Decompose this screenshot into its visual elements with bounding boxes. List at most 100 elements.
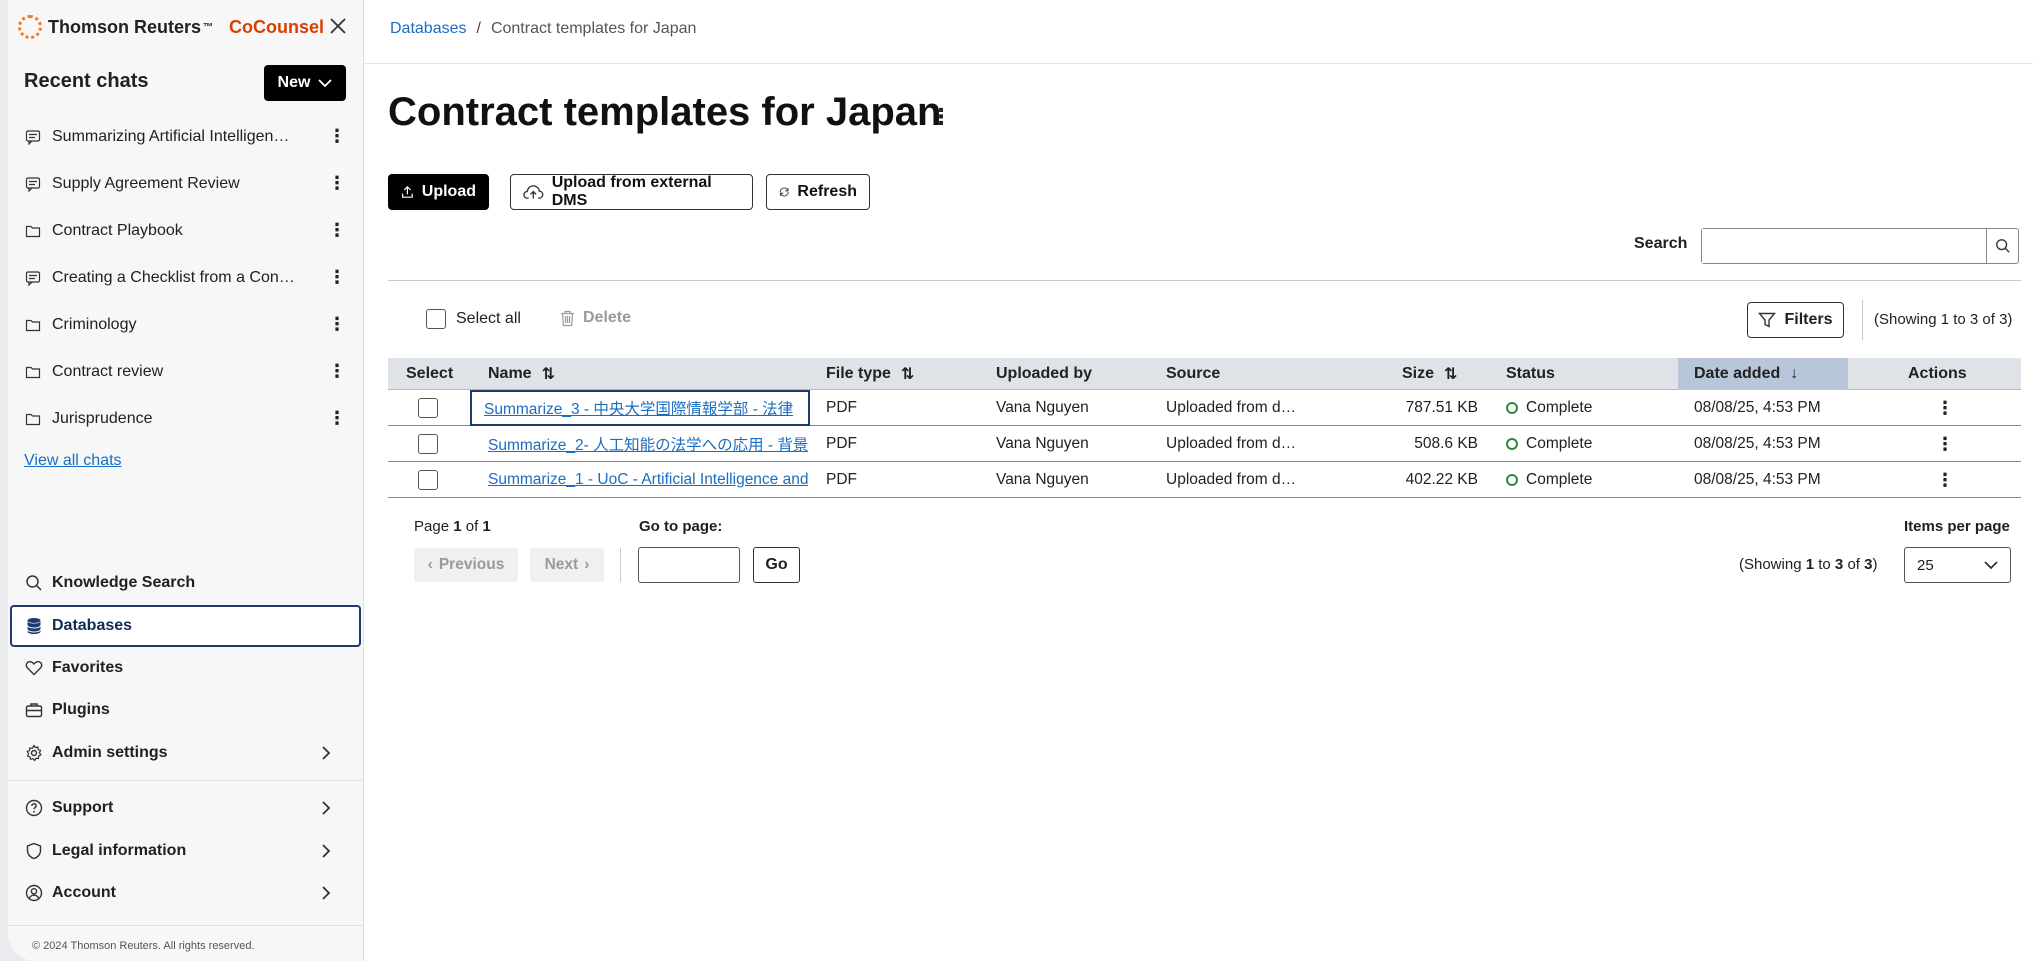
more-vertical-icon: ⋮ [1936, 433, 1954, 454]
chat-item[interactable]: Jurisprudence ⋮ [8, 395, 363, 442]
new-chat-button[interactable]: New [264, 65, 346, 101]
chevron-right-icon [322, 801, 331, 815]
filters-label: Filters [1784, 311, 1833, 328]
chat-item[interactable]: Criminology ⋮ [8, 301, 363, 348]
sidebar-item-legal-information[interactable]: Legal information [8, 830, 363, 873]
sidebar-item-databases[interactable]: Databases [10, 604, 361, 647]
row-actions-menu-button[interactable]: ⋮ [1936, 390, 1954, 426]
document-link[interactable]: Summarize_1 - UoC - Artificial Intellige… [488, 471, 808, 489]
checkbox[interactable] [426, 309, 446, 329]
breadcrumb-current: Contract templates for Japan [490, 20, 697, 37]
row-select[interactable] [418, 390, 438, 426]
chat-item[interactable]: Contract Playbook ⋮ [8, 207, 363, 254]
sidebar-item-admin-settings[interactable]: Admin settings [8, 732, 363, 775]
row-status: Complete [1506, 426, 1592, 462]
row-date-added: 08/08/25, 4:53 PM [1694, 435, 1821, 452]
row-select[interactable] [418, 462, 438, 498]
close-sidebar-button[interactable] [324, 12, 352, 40]
row-actions-menu-button[interactable]: ⋮ [1936, 426, 1954, 462]
sidebar-item-label: Admin settings [52, 743, 168, 761]
sidebar-item-account[interactable]: Account [8, 872, 363, 915]
column-header-uploaded-by: Uploaded by [996, 365, 1093, 382]
refresh-icon [779, 187, 789, 197]
breadcrumb-databases-link[interactable]: Databases [390, 20, 467, 38]
sidebar-item-favorites[interactable]: Favorites [8, 647, 363, 690]
document-link[interactable]: Summarize_3 - 中央大学国際情報学部 - 法律 [484, 397, 793, 419]
upload-label: Upload [421, 183, 476, 200]
chevron-down-icon [1984, 561, 1998, 570]
search-icon [24, 573, 44, 593]
row-size: 508.6 KB [1414, 435, 1478, 452]
checkbox[interactable] [418, 398, 438, 418]
chat-item[interactable]: Summarizing Artificial Intelligen… ⋮ [8, 113, 363, 160]
document-link[interactable]: Summarize_2- 人工知能の法学への応用 - 背景 [488, 433, 808, 455]
chat-item[interactable]: Supply Agreement Review ⋮ [8, 160, 363, 207]
main-content: Databases / Contract templates for Japan… [364, 0, 2033, 961]
chat-item[interactable]: Contract review ⋮ [8, 348, 363, 395]
chat-item-menu-button[interactable]: ⋮ [327, 173, 347, 194]
heart-icon [24, 658, 44, 678]
sidebar-item-knowledge-search[interactable]: Knowledge Search [8, 562, 363, 605]
row-select[interactable] [418, 426, 438, 462]
view-all-chats-link[interactable]: View all chats [24, 452, 122, 470]
column-header-size[interactable]: Size ⇅ [1402, 358, 1457, 390]
chat-item[interactable]: Creating a Checklist from a Contr… ⋮ [8, 254, 363, 301]
row-size: 402.22 KB [1405, 471, 1478, 488]
copyright: © 2024 Thomson Reuters. All rights reser… [32, 940, 255, 952]
upload-external-dms-label: Upload from external DMS [551, 174, 712, 209]
table-header: Select Name ⇅ File type ⇅ Uploaded by So… [388, 358, 2021, 390]
checkbox[interactable] [418, 470, 438, 490]
go-button[interactable]: Go [753, 547, 800, 583]
chat-item-menu-button[interactable]: ⋮ [327, 126, 347, 147]
toolbar-divider [388, 280, 2021, 281]
select-all-label: Select all [456, 310, 521, 327]
upload-button[interactable]: Upload [388, 174, 489, 210]
sidebar-item-support[interactable]: Support [8, 787, 363, 830]
next-page-button[interactable]: Next › [530, 548, 604, 582]
column-header-status: Status [1506, 365, 1555, 382]
chat-item-menu-button[interactable]: ⋮ [327, 361, 347, 382]
folder-icon [24, 410, 42, 428]
more-vertical-icon: ⋮ [1936, 469, 1954, 490]
goto-page-input[interactable] [638, 547, 740, 583]
column-header-date-added[interactable]: Date added ↓ [1678, 358, 1848, 390]
items-per-page-select[interactable]: 25 [1904, 547, 2011, 583]
search-input[interactable] [1702, 229, 1987, 263]
arrow-down-icon: ↓ [1790, 365, 1799, 382]
help-icon [24, 798, 44, 818]
chat-item-label: Criminology [52, 315, 137, 333]
select-all-checkbox[interactable]: Select all [426, 309, 521, 329]
upload-external-dms-button[interactable]: Upload from external DMS [510, 174, 753, 210]
delete-button[interactable]: Delete [560, 309, 631, 327]
chat-item-menu-button[interactable]: ⋮ [327, 408, 347, 429]
database-icon [24, 616, 44, 636]
column-header-name[interactable]: Name ⇅ [488, 358, 555, 390]
previous-page-button[interactable]: ‹ Previous [414, 548, 518, 582]
chat-item-menu-button[interactable]: ⋮ [327, 314, 347, 335]
chevron-left-icon: ‹ [427, 556, 433, 573]
close-icon [330, 18, 346, 34]
row-file-type: PDF [826, 435, 857, 452]
refresh-button[interactable]: Refresh [766, 174, 870, 210]
footer-divider [8, 925, 363, 926]
upload-icon [401, 185, 413, 198]
title-more-menu-button[interactable]: ⋮ [930, 104, 952, 130]
goto-page-label: Go to page: [639, 518, 723, 535]
sidebar-item-plugins[interactable]: Plugins [8, 689, 363, 732]
chat-item-menu-button[interactable]: ⋮ [327, 220, 347, 241]
nav-divider [8, 780, 363, 781]
results-count: (Showing 1 to 3 of 3) [1874, 311, 2013, 328]
sidebar-item-label: Knowledge Search [52, 574, 196, 592]
filters-button[interactable]: Filters [1747, 302, 1844, 338]
new-chat-label: New [277, 74, 311, 91]
checkbox[interactable] [418, 434, 438, 454]
pagination-divider [620, 548, 621, 582]
column-header-file-type[interactable]: File type ⇅ [826, 358, 914, 390]
row-uploaded-by: Vana Nguyen [996, 435, 1089, 452]
search-submit-button[interactable] [1986, 229, 2018, 263]
sidebar-item-label: Plugins [52, 701, 110, 719]
row-actions-menu-button[interactable]: ⋮ [1936, 462, 1954, 498]
chat-item-menu-button[interactable]: ⋮ [327, 267, 347, 288]
row-uploaded-by: Vana Nguyen [996, 471, 1089, 488]
row-status: Complete [1506, 390, 1592, 426]
